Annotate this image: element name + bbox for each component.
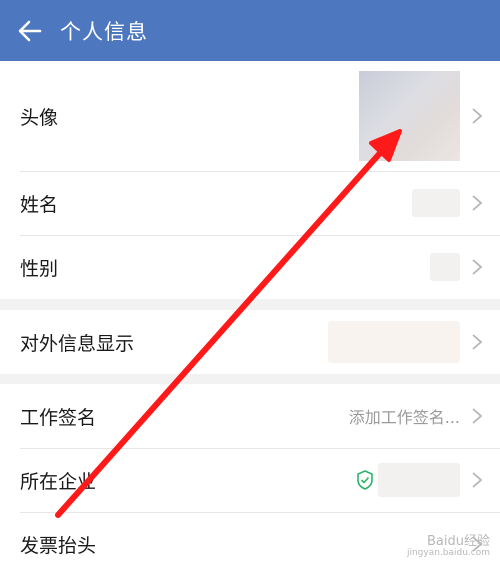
chevron-right-icon xyxy=(472,334,483,350)
avatar-row[interactable]: 头像 xyxy=(0,61,500,171)
chevron-right-icon xyxy=(472,408,483,424)
chevron-right-icon xyxy=(472,195,483,211)
chevron-right-icon xyxy=(472,472,483,488)
profile-section: 头像 姓名 性别 xyxy=(0,61,500,299)
work-signature-placeholder: 添加工作签名... xyxy=(348,408,460,427)
chevron-right-icon xyxy=(472,259,483,275)
avatar-label: 头像 xyxy=(20,106,59,129)
gender-row[interactable]: 性别 xyxy=(0,235,500,299)
company-row[interactable]: 所在企业 xyxy=(0,448,500,512)
name-value-blurred xyxy=(412,189,460,217)
verified-shield-icon xyxy=(357,470,373,490)
external-display-row[interactable]: 对外信息显示 xyxy=(0,310,500,374)
page-title: 个人信息 xyxy=(60,19,148,44)
name-label: 姓名 xyxy=(20,193,59,216)
avatar-image xyxy=(359,71,460,161)
work-signature-row[interactable]: 工作签名 添加工作签名... xyxy=(0,384,500,448)
invoice-title-label: 发票抬头 xyxy=(20,534,97,557)
company-value-blurred xyxy=(378,463,460,497)
chevron-right-icon xyxy=(472,108,483,124)
baidu-watermark: Baidu经验 jingyan.baidu.com xyxy=(406,533,490,559)
external-display-label: 对外信息显示 xyxy=(20,332,135,355)
watermark-brand: Baidu经验 xyxy=(427,533,490,549)
external-value-blurred xyxy=(328,321,460,363)
watermark-url: jingyan.baidu.com xyxy=(406,548,490,559)
title-bar: 个人信息 xyxy=(0,0,500,61)
name-row[interactable]: 姓名 xyxy=(0,171,500,235)
work-signature-label: 工作签名 xyxy=(20,406,97,429)
gender-label: 性别 xyxy=(20,257,59,280)
back-arrow-icon xyxy=(18,20,42,41)
company-label: 所在企业 xyxy=(20,470,97,493)
external-section: 对外信息显示 xyxy=(0,310,500,374)
back-button[interactable] xyxy=(0,0,60,61)
gender-value-blurred xyxy=(430,253,460,281)
